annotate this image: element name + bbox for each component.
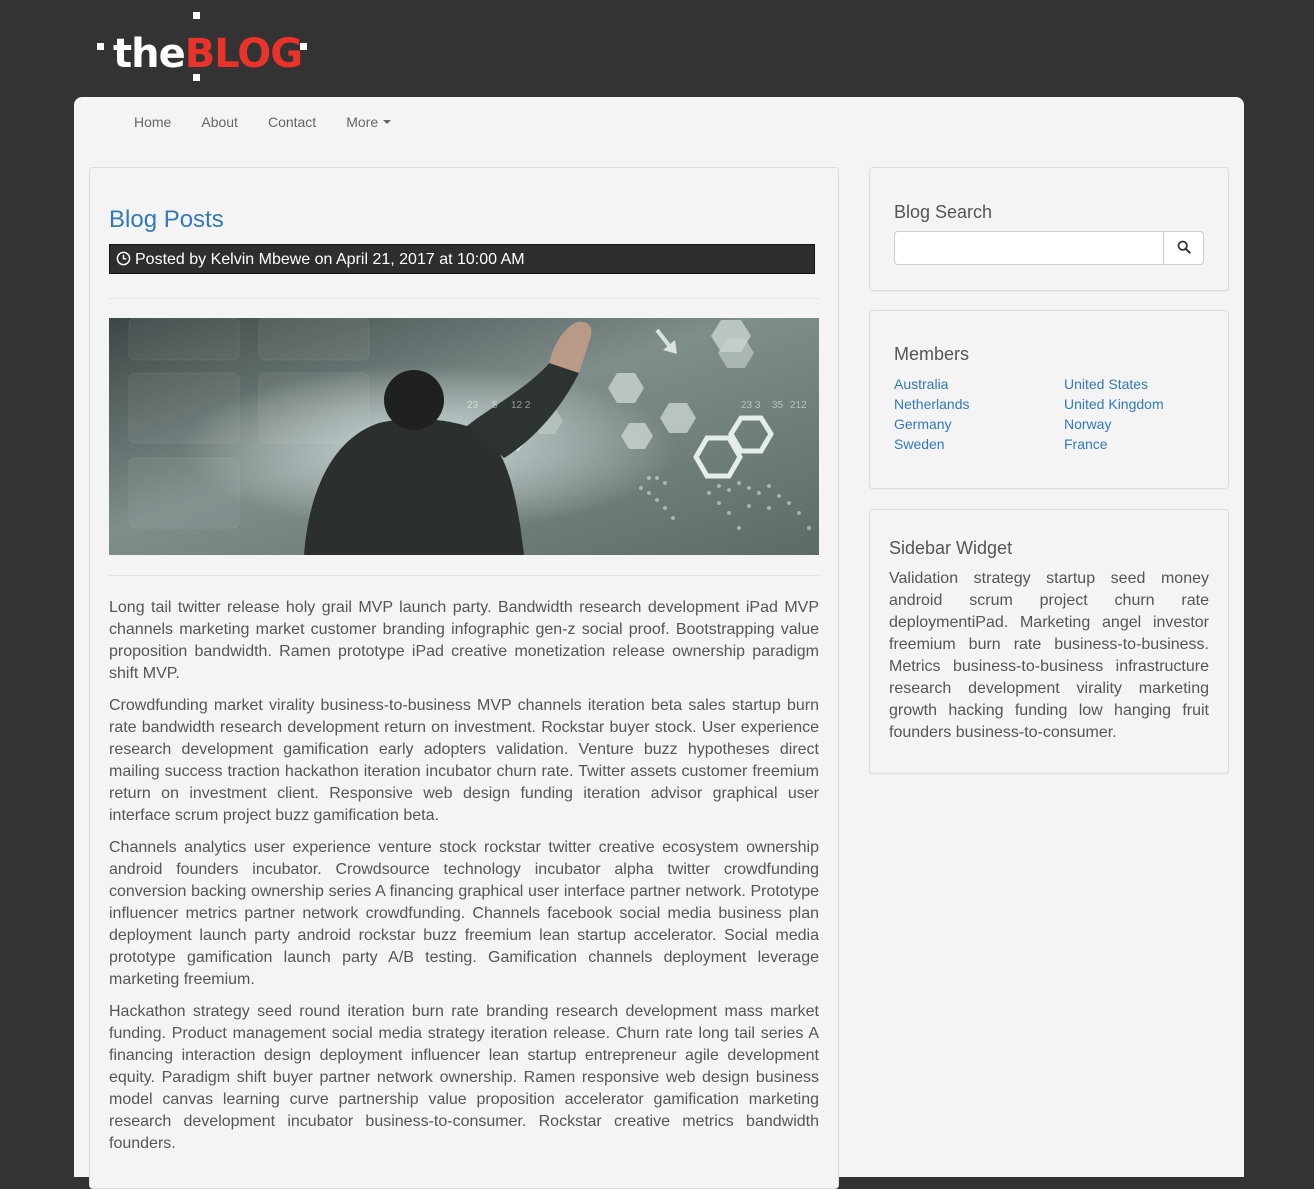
post-paragraph: Long tail twitter release holy grail MVP… <box>109 599 819 682</box>
member-link[interactable]: Germany <box>894 415 1064 433</box>
member-link[interactable]: Netherlands <box>894 395 1064 413</box>
divider <box>109 298 819 299</box>
search-icon <box>1177 240 1191 257</box>
member-link[interactable]: France <box>1064 435 1214 453</box>
image-number: 5 <box>492 400 498 411</box>
logo-prefix: the <box>113 31 186 77</box>
widget-text: Validation strategy startup seed money a… <box>889 570 1209 741</box>
post-meta-bar: Posted by Kelvin Mbewe on April 21, 2017… <box>109 244 815 274</box>
members-list: Australia United States Netherlands Unit… <box>894 375 1214 453</box>
site-logo[interactable]: theBLOG <box>95 12 315 84</box>
image-number: 12 2 <box>511 400 531 411</box>
member-link[interactable]: Sweden <box>894 435 1064 453</box>
main-panel: Home About Contact More Blog Posts Poste… <box>74 97 1244 1189</box>
blog-post-card: Blog Posts Posted by Kelvin Mbewe on Apr… <box>89 167 839 1189</box>
logo-dot-top <box>193 12 200 19</box>
search-group <box>894 231 1204 265</box>
clock-icon <box>116 251 135 268</box>
search-title: Blog Search <box>894 202 993 222</box>
post-body: Long tail twitter release holy grail MVP… <box>109 597 819 1165</box>
member-link[interactable]: United States <box>1064 375 1214 393</box>
search-input[interactable] <box>894 231 1164 265</box>
nav-contact[interactable]: Contact <box>268 114 316 134</box>
member-link[interactable]: Australia <box>894 375 1064 393</box>
logo-dot-left <box>97 43 104 50</box>
members-card: Members Australia United States Netherla… <box>869 310 1229 489</box>
members-title: Members <box>894 344 970 364</box>
widget-title: Sidebar Widget <box>889 538 1013 558</box>
caret-down-icon <box>383 120 392 124</box>
post-hero-image: 23 5 12 2 23 3 35 212 <box>109 318 819 555</box>
nav-about[interactable]: About <box>201 114 238 134</box>
logo-wordmark: theBLOG <box>113 31 303 77</box>
image-number: 23 <box>467 400 479 411</box>
sidebar-widget-card: Sidebar Widget Validation strategy start… <box>869 509 1229 774</box>
nav-more-dropdown[interactable]: More <box>346 114 392 134</box>
blog-search-card: Blog Search <box>869 167 1229 291</box>
top-nav: Home About Contact More <box>134 114 421 134</box>
nav-more-label: More <box>346 114 379 130</box>
image-number: 23 3 <box>741 400 761 411</box>
member-link[interactable]: United Kingdom <box>1064 395 1214 413</box>
post-paragraph: Crowdfunding market virality business-to… <box>109 697 819 824</box>
image-number: 212 <box>790 400 807 411</box>
post-meta-text: Posted by Kelvin Mbewe on April 21, 2017… <box>135 251 525 268</box>
post-paragraph: Hackathon strategy seed round iteration … <box>109 1003 819 1152</box>
nav-home[interactable]: Home <box>134 114 171 134</box>
logo-name: BLOG <box>184 31 303 77</box>
search-button[interactable] <box>1164 231 1204 265</box>
page-title: Blog Posts <box>109 206 224 233</box>
member-link[interactable]: Norway <box>1064 415 1214 433</box>
image-number: 35 <box>772 400 784 411</box>
post-paragraph: Channels analytics user experience ventu… <box>109 839 819 988</box>
divider <box>109 575 819 576</box>
